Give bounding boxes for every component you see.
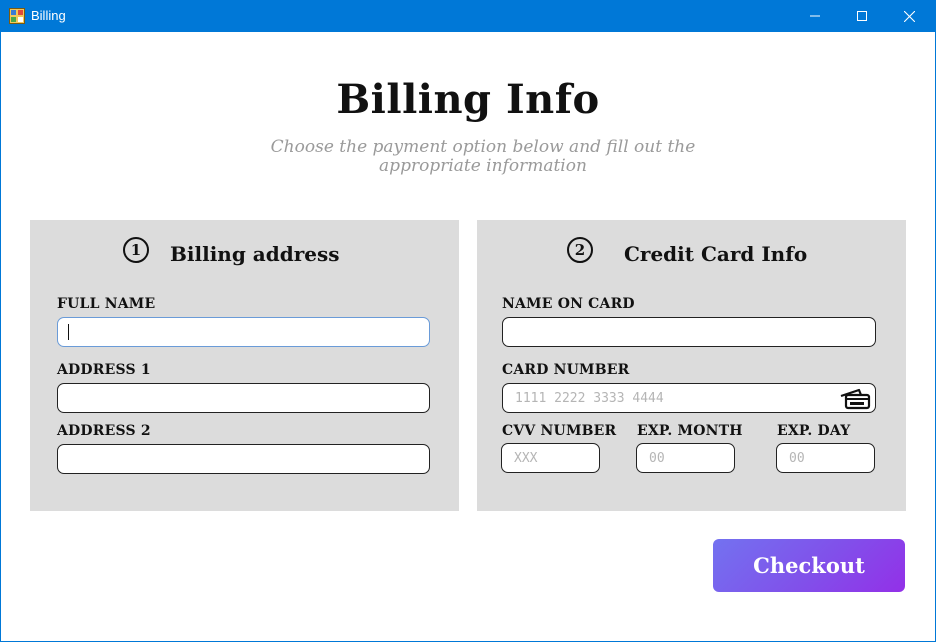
address1-input[interactable] — [57, 383, 430, 413]
card-number-label: CARD NUMBER — [502, 362, 630, 378]
exp-month-label: EXP. MONTH — [637, 423, 743, 439]
address1-label: ADDRESS 1 — [57, 362, 151, 378]
credit-card-panel: 2 Credit Card Info NAME ON CARD CARD NUM… — [477, 220, 906, 511]
maximize-icon — [857, 11, 867, 21]
address2-label: ADDRESS 2 — [57, 423, 151, 439]
credit-card-title: Credit Card Info — [624, 242, 808, 266]
subtitle-line-1: Choose the payment option below and fill… — [270, 137, 696, 157]
exp-day-input[interactable] — [776, 443, 875, 473]
full-name-input[interactable] — [57, 317, 430, 347]
cvv-label: CVV NUMBER — [502, 423, 617, 439]
page-title: Billing Info — [336, 76, 600, 123]
credit-card-icon — [840, 388, 871, 410]
minimize-button[interactable] — [792, 0, 838, 32]
checkout-button[interactable]: Checkout — [713, 539, 905, 592]
cvv-input[interactable] — [501, 443, 600, 473]
text-caret — [68, 324, 69, 340]
card-number-input[interactable] — [502, 383, 876, 413]
step-2-badge: 2 — [567, 237, 593, 263]
maximize-button[interactable] — [839, 0, 885, 32]
title-bar: Billing — [0, 0, 936, 32]
name-on-card-label: NAME ON CARD — [502, 296, 635, 312]
exp-month-input[interactable] — [636, 443, 735, 473]
billing-address-title: Billing address — [170, 242, 340, 266]
minimize-icon — [810, 15, 820, 17]
exp-day-label: EXP. DAY — [777, 423, 851, 439]
address2-input[interactable] — [57, 444, 430, 474]
subtitle-line-2: appropriate information — [379, 156, 587, 176]
app-window-icon — [9, 8, 25, 24]
step-1-badge: 1 — [123, 237, 149, 263]
page-subtitle: Choose the payment option below and fill… — [258, 138, 708, 176]
close-button[interactable] — [886, 0, 932, 32]
billing-address-panel: 1 Billing address FULL NAME ADDRESS 1 AD… — [30, 220, 459, 511]
window-title: Billing — [31, 8, 66, 23]
name-on-card-input[interactable] — [502, 317, 876, 347]
close-icon — [903, 10, 915, 22]
full-name-label: FULL NAME — [57, 296, 156, 312]
